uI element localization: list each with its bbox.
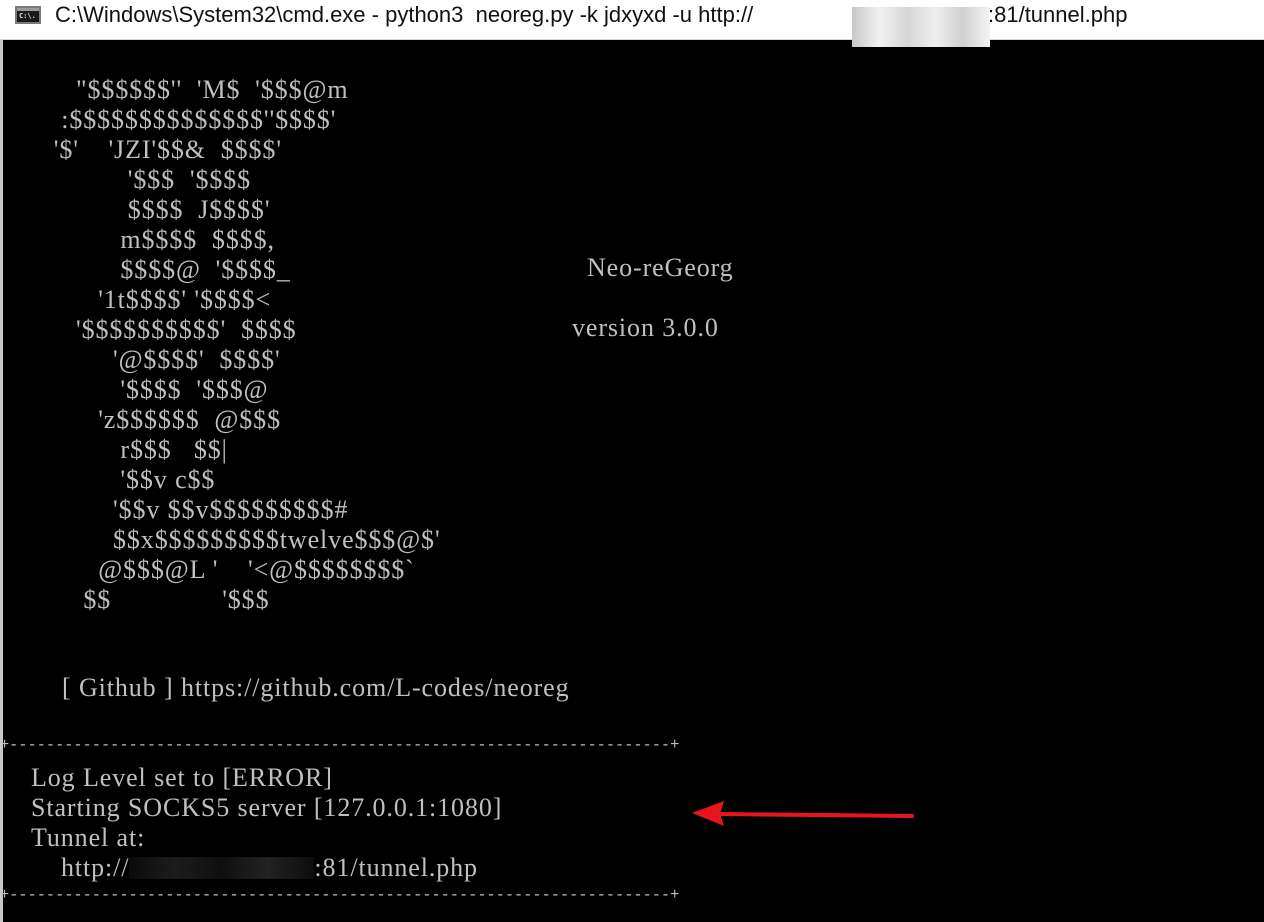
window-title: C:\Windows\System32\cmd.exe - python3 ne… [55, 2, 754, 27]
cmd-icon[interactable]: C:\. [15, 6, 41, 24]
github-line: [ Github ] https://github.com/L-codes/ne… [62, 673, 570, 702]
cmd-window: C:\. C:\Windows\System32\cmd.exe - pytho… [0, 0, 1264, 922]
window-title-suffix: :81/tunnel.php [988, 2, 1128, 27]
ascii-art-logo: "$$$$$$'' 'M$ '$$$@m :$$$$$$$$$$$$$$''$$… [53, 75, 441, 614]
separator-top: +---------------------------------------… [0, 736, 680, 754]
tunnel-label-line: Tunnel at: [31, 823, 146, 852]
brand-version: version 3.0.0 [572, 313, 719, 342]
separator-bottom: +---------------------------------------… [0, 886, 680, 904]
brand-name: Neo-reGeorg [587, 253, 734, 282]
tunnel-url-line: http:// :81/tunnel.php [61, 853, 478, 883]
console-output[interactable]: "$$$$$$'' 'M$ '$$$@m :$$$$$$$$$$$$$$''$$… [0, 40, 1264, 922]
log-level-line: Log Level set to [ERROR] [31, 763, 333, 792]
tunnel-url-suffix: :81/tunnel.php [314, 853, 478, 882]
red-arrow-annotation [692, 801, 914, 826]
cmd-icon-glyph: C:\. [19, 12, 36, 20]
tunnel-url-prefix: http:// [61, 853, 130, 882]
url-redaction [129, 857, 315, 879]
title-bar[interactable]: C:\. C:\Windows\System32\cmd.exe - pytho… [0, 0, 1264, 47]
socks-server-line: Starting SOCKS5 server [127.0.0.1:1080] [31, 793, 503, 822]
arrow-shaft [718, 812, 914, 818]
arrow-head [692, 801, 724, 826]
cmd-icon-bar [17, 8, 39, 11]
